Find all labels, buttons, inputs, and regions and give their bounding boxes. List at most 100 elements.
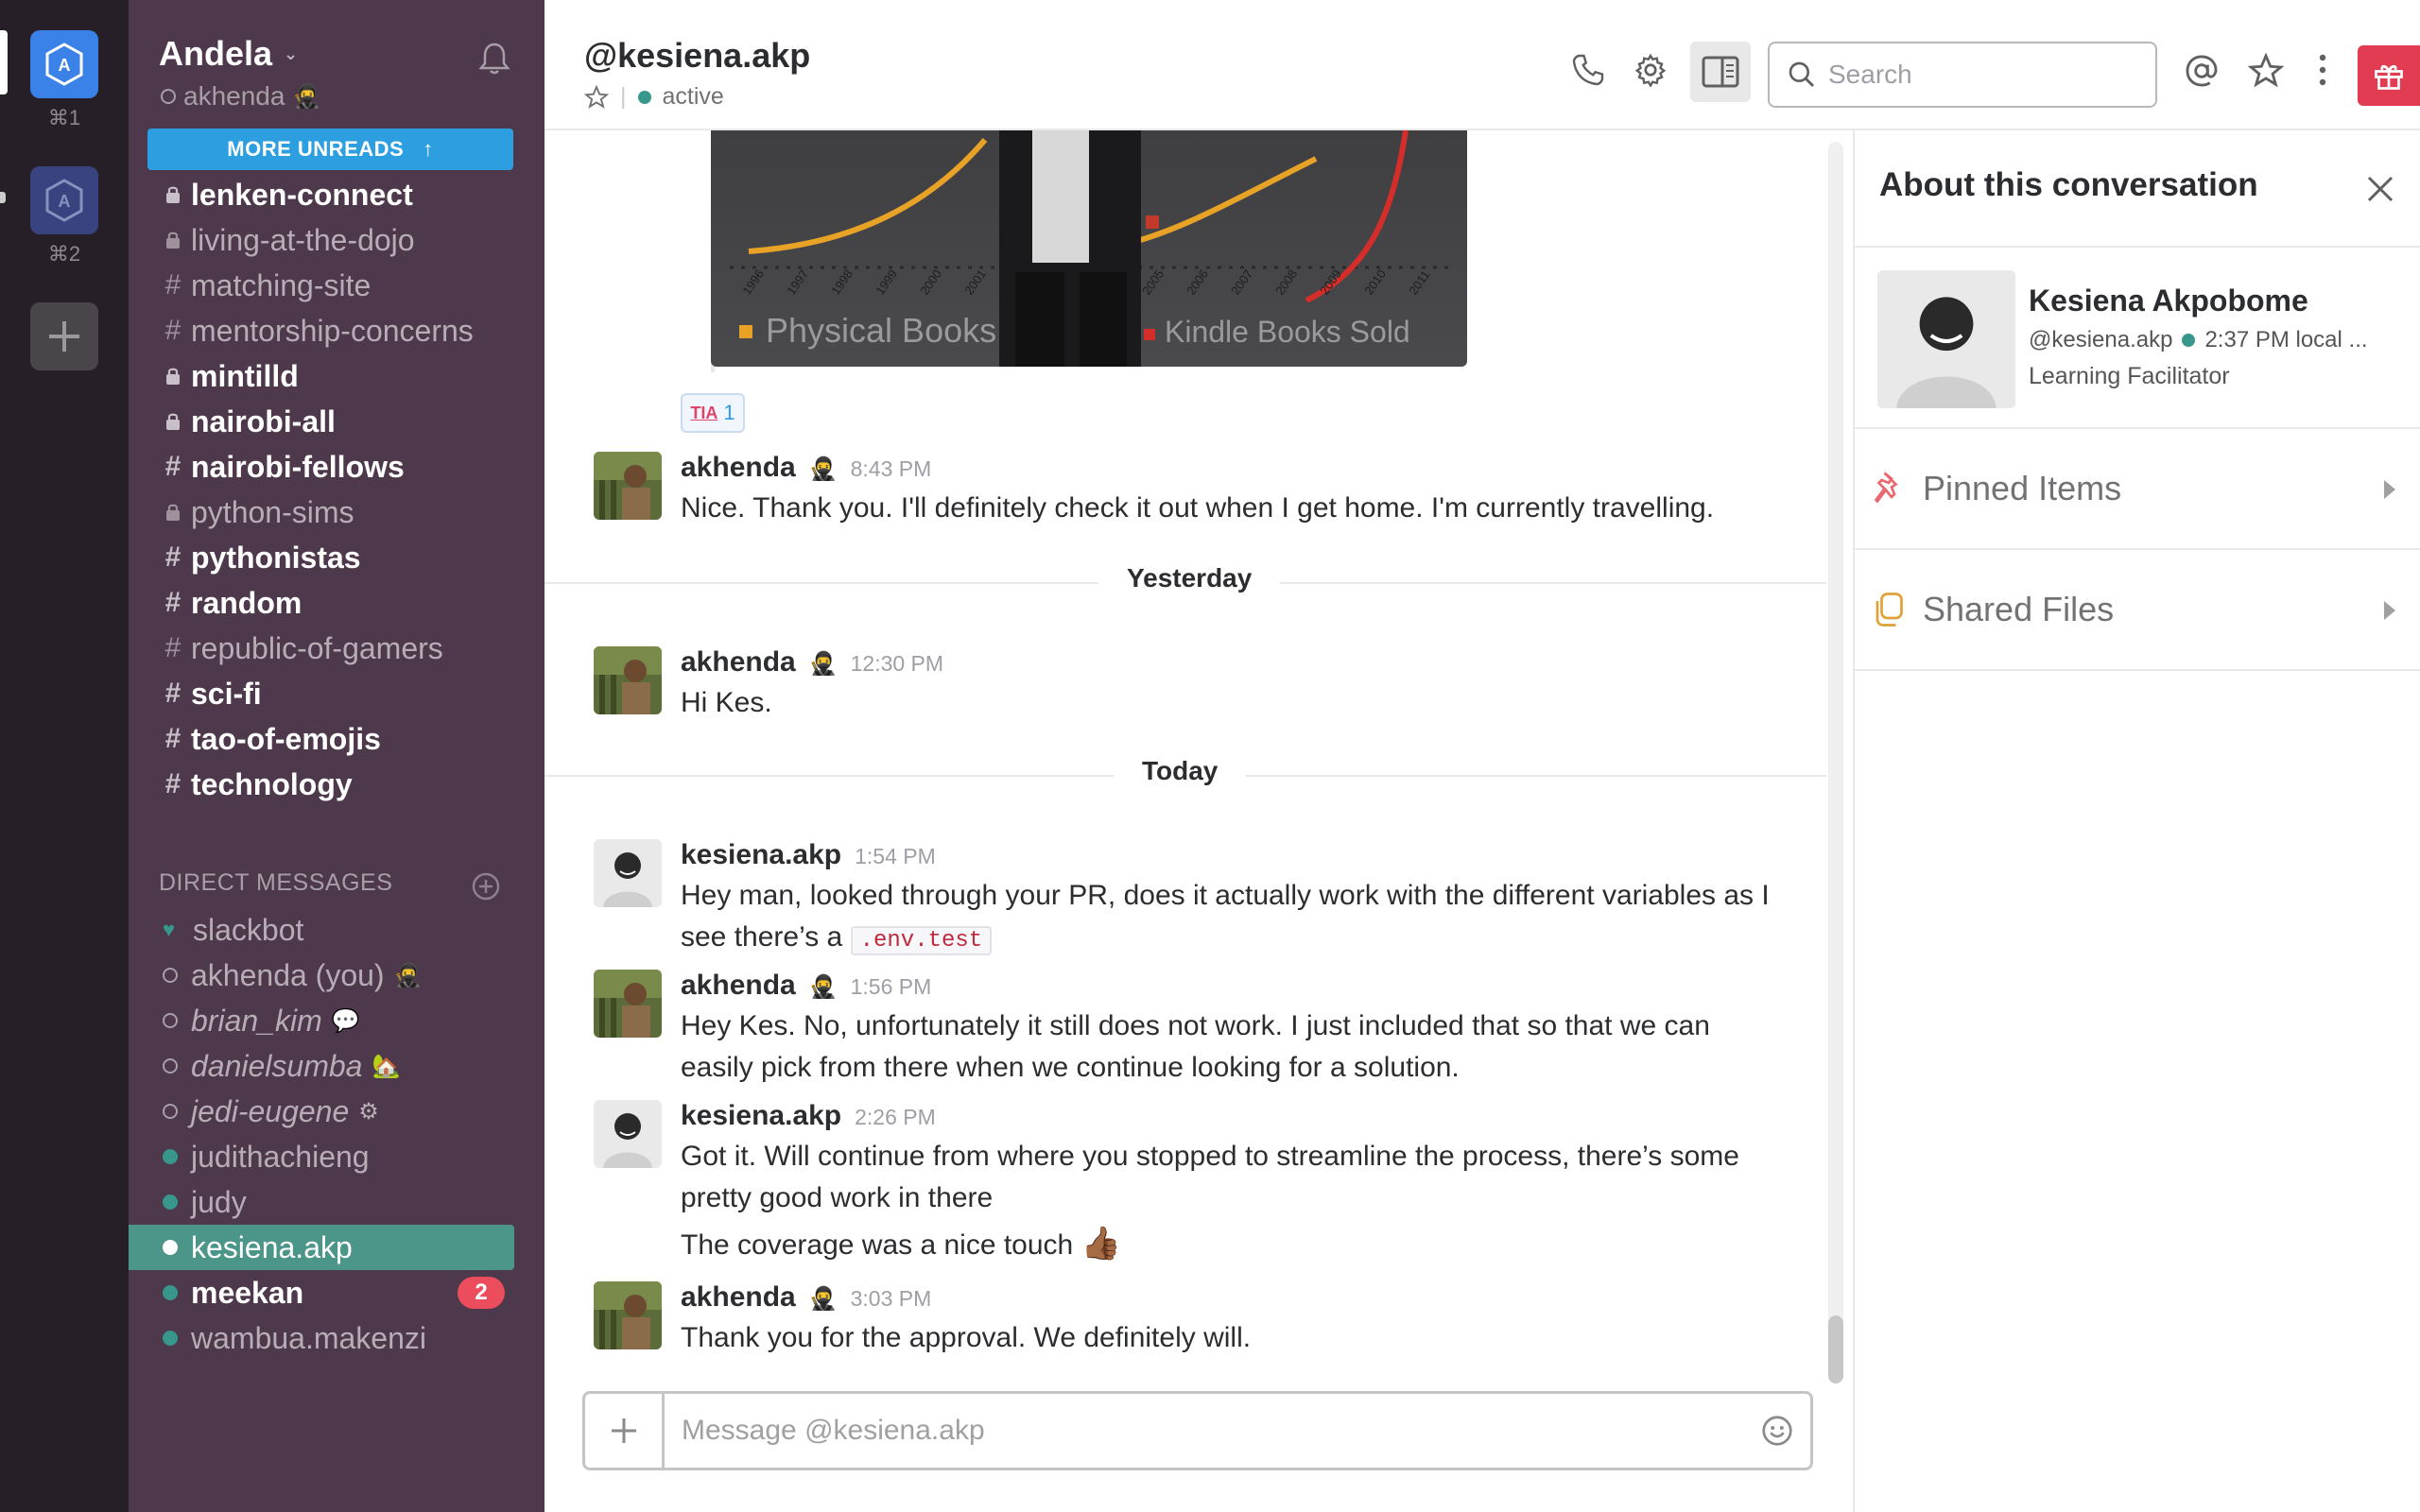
dm-item-akhenda-you-[interactable]: akhenda (you) 🥷 (129, 953, 544, 998)
team-menu[interactable]: Andela ⌄ (159, 34, 298, 74)
pin-icon (1874, 472, 1898, 504)
message-timestamp[interactable]: 1:56 PM (851, 974, 932, 1000)
sidebar-channel-random[interactable]: # random (129, 580, 544, 626)
presence-icon (163, 1013, 178, 1028)
dm-item-judy[interactable]: judy (129, 1179, 544, 1225)
message-timestamp[interactable]: 3:03 PM (851, 1286, 932, 1312)
starred-items-icon[interactable] (2247, 52, 2285, 94)
dm-item-meekan[interactable]: meekan 2 (129, 1270, 544, 1315)
dm-item-judithachieng[interactable]: judithachieng (129, 1134, 544, 1179)
hash-icon: # (164, 269, 182, 301)
more-unreads-label: MORE UNREADS (227, 137, 405, 161)
gear-icon[interactable] (1634, 53, 1668, 92)
message-input[interactable] (665, 1415, 1744, 1447)
more-unreads-button[interactable]: MORE UNREADS ↑ (147, 129, 513, 170)
sidebar-channel-republic-of-gamers[interactable]: # republic-of-gamers (129, 626, 544, 671)
mentions-icon[interactable] (2184, 53, 2220, 94)
sidebar-channel-tao-of-emojis[interactable]: # tao-of-emojis (129, 716, 544, 762)
reaction-tia[interactable]: TIA 1 (681, 393, 745, 433)
status-emoji-icon: 🥷 (808, 456, 838, 482)
message-timestamp[interactable]: 2:26 PM (855, 1105, 936, 1130)
sidebar-channel-living-at-the-dojo[interactable]: living-at-the-dojo (129, 217, 544, 263)
avatar-kesiena[interactable] (594, 839, 662, 907)
direct-messages-header[interactable]: DIRECT MESSAGES (159, 869, 392, 897)
toggle-details-button[interactable] (1690, 42, 1751, 102)
sidebar-channel-nairobi-all[interactable]: nairobi-all (129, 399, 544, 444)
avatar-akhenda[interactable] (594, 646, 662, 714)
sidebar-channel-mintilld[interactable]: mintilld (129, 353, 544, 399)
message-sender[interactable]: akhenda (681, 452, 796, 484)
sidebar-channel-mentorship-concerns[interactable]: # mentorship-concerns (129, 308, 544, 353)
chevron-right-icon (2384, 480, 2395, 499)
call-icon[interactable] (1571, 53, 1605, 92)
book-sales-chart-image: 1996199719981999200020012002200320042005… (730, 130, 1448, 367)
emoji-picker-icon[interactable] (1744, 1414, 1810, 1448)
current-user[interactable]: akhenda 🥷 (161, 81, 320, 112)
chart-year-label: 2008 (1272, 266, 1300, 297)
profile-name[interactable]: Kesiena Akpobome (2029, 284, 2308, 318)
dm-item-danielsumba[interactable]: danielsumba 🏡 (129, 1043, 544, 1089)
profile-local-time: 2:37 PM local ... (2204, 327, 2368, 352)
scrollbar-thumb[interactable] (1828, 1315, 1843, 1383)
add-team-button[interactable] (30, 302, 98, 370)
member-profile-card[interactable]: Kesiena Akpobome @kesiena.akp 2:37 PM lo… (1855, 248, 2420, 429)
shared-files-section[interactable]: Shared Files (1855, 550, 2420, 671)
add-dm-icon[interactable] (471, 871, 501, 906)
star-icon[interactable] (584, 84, 609, 110)
dm-name: akhenda (you) (191, 957, 385, 992)
presence-icon (163, 968, 178, 983)
message-timestamp[interactable]: 12:30 PM (851, 651, 943, 677)
sidebar-channel-sci-fi[interactable]: # sci-fi (129, 671, 544, 716)
channel-name: living-at-the-dojo (191, 222, 415, 257)
chart-year-label: 1999 (873, 266, 900, 297)
dm-item-kesiena-akp[interactable]: kesiena.akp (129, 1225, 514, 1270)
avatar-kesiena[interactable] (594, 1100, 662, 1168)
sidebar-channel-python-sims[interactable]: python-sims (129, 490, 544, 535)
chevron-right-icon (2384, 601, 2395, 620)
arrow-up-icon: ↑ (423, 137, 434, 161)
message-text: Thank you for the approval. We definitel… (681, 1322, 1252, 1353)
close-icon[interactable] (2365, 174, 2395, 209)
message-sender[interactable]: kesiena.akp (681, 1100, 841, 1132)
sidebar-channel-nairobi-fellows[interactable]: # nairobi-fellows (129, 444, 544, 490)
profile-photo[interactable] (1877, 270, 2015, 408)
more-options-icon[interactable] (2318, 53, 2327, 92)
search-input[interactable]: Search (1768, 42, 2157, 108)
dm-item-brian-kim[interactable]: brian_kim 💬 (129, 998, 544, 1043)
tia-emoji-icon: TIA (690, 403, 718, 422)
sidebar-channel-lenken-connect[interactable]: lenken-connect (129, 172, 544, 217)
notifications-bell-icon[interactable] (478, 42, 510, 80)
sidebar-channel-matching-site[interactable]: # matching-site (129, 263, 544, 308)
team-andela-button[interactable]: A (30, 30, 98, 98)
message-text: Nice. Thank you. I'll definitely check i… (681, 492, 1715, 524)
message-sender[interactable]: kesiena.akp (681, 839, 841, 871)
attach-button[interactable] (585, 1394, 665, 1468)
plus-icon (49, 321, 79, 352)
dm-item-wambua-makenzi[interactable]: wambua.makenzi (129, 1315, 544, 1361)
gift-button[interactable] (2358, 45, 2420, 106)
shared-image-chart[interactable]: 1996199719981999200020012002200320042005… (711, 130, 1467, 367)
pinned-items-section[interactable]: Pinned Items (1855, 429, 2420, 550)
message-timestamp[interactable]: 1:54 PM (855, 844, 936, 869)
message-sender[interactable]: akhenda (681, 1281, 796, 1314)
sidebar-channel-pythonistas[interactable]: # pythonistas (129, 535, 544, 580)
gift-icon (2375, 64, 2403, 90)
avatar-akhenda[interactable] (594, 452, 662, 520)
current-user-name: akhenda (183, 81, 285, 111)
team-2-button[interactable]: A (30, 166, 98, 234)
dm-item-slackbot[interactable]: ♥ slackbot (129, 907, 544, 953)
message-sender[interactable]: akhenda (681, 970, 796, 1002)
message-timestamp[interactable]: 8:43 PM (851, 456, 932, 482)
conversation-title[interactable]: @kesiena.akp (584, 36, 810, 76)
day-divider-label: Yesterday (1098, 563, 1281, 593)
sidebar-channel-technology[interactable]: # technology (129, 762, 544, 807)
pinned-items-label: Pinned Items (1923, 469, 2122, 507)
dm-item-jedi-eugene[interactable]: jedi-eugene ⚙ (129, 1089, 544, 1134)
avatar-akhenda[interactable] (594, 1281, 662, 1349)
chart-year-label: 2009 (1317, 266, 1344, 297)
message-sender[interactable]: akhenda (681, 646, 796, 679)
scrollbar-track[interactable] (1828, 142, 1843, 1380)
avatar-akhenda[interactable] (594, 970, 662, 1038)
thumbs-up-emoji-icon: 👍🏾 (1080, 1226, 1121, 1262)
avatar[interactable] (594, 584, 662, 652)
